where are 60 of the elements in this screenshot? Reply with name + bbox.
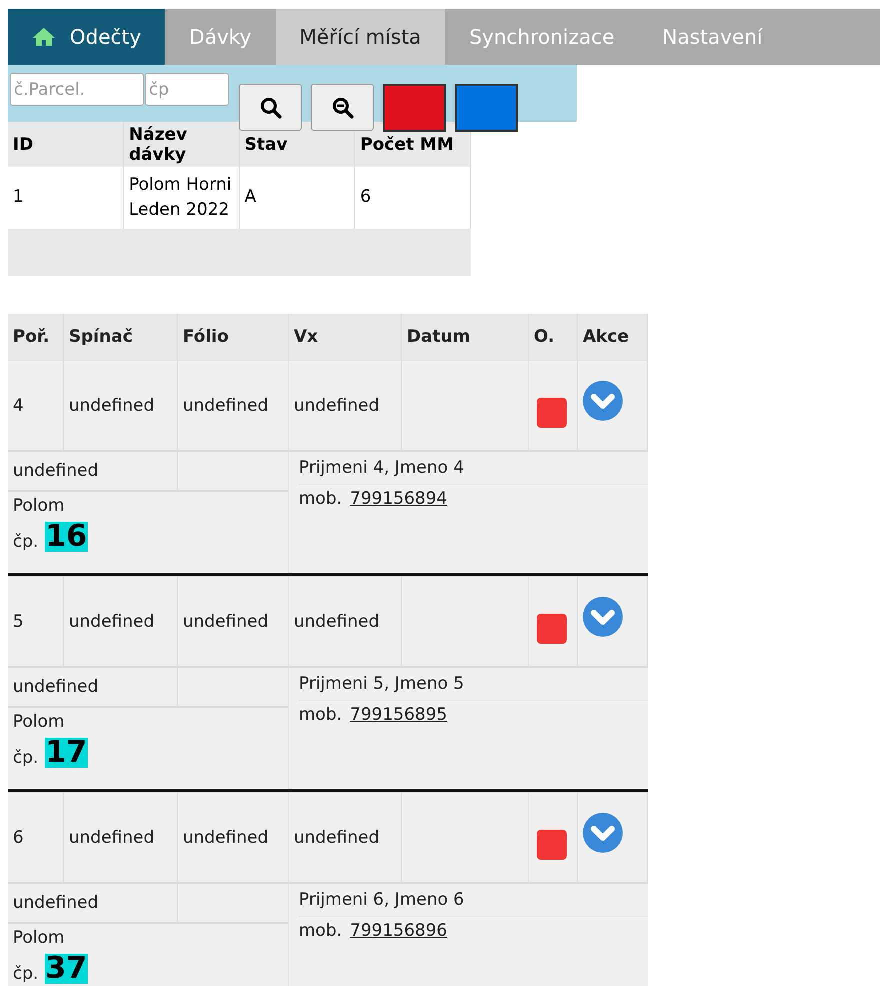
zoom-out-icon: [332, 96, 354, 118]
phone-label: mob.: [299, 921, 342, 941]
search-button[interactable]: [239, 84, 302, 131]
house-number-field[interactable]: čp: [145, 73, 229, 106]
table-cell: 6: [354, 167, 470, 229]
column-header: Akce: [578, 314, 648, 360]
house-number-label: čp.: [13, 964, 39, 984]
zoom-out-button[interactable]: [311, 84, 374, 131]
column-header: ID: [8, 122, 124, 167]
column-header: Poř.: [8, 314, 64, 360]
place-name: Polom: [12, 927, 66, 948]
table-cell: undefined: [178, 792, 289, 882]
owner-name: Prijmeni 6, Jmeno 6: [299, 884, 648, 917]
phone-label: mob.: [299, 705, 342, 725]
phone-link[interactable]: 799156895: [350, 705, 448, 725]
table-cell: undefined: [8, 884, 178, 922]
table-cell: A: [239, 167, 355, 229]
column-header: Fólio: [178, 314, 289, 360]
table-cell: undefined: [64, 792, 178, 882]
owner-name: Prijmeni 5, Jmeno 5: [299, 668, 648, 701]
place-name: Polom: [12, 711, 66, 732]
place-name: Polom: [12, 495, 66, 516]
home-icon: [32, 27, 56, 47]
expand-icon[interactable]: [583, 812, 623, 852]
table-cell: undefined: [178, 576, 289, 666]
table-cell: 1: [8, 167, 124, 229]
table-cell: undefined: [178, 360, 289, 450]
table-cell: undefined: [8, 452, 178, 490]
color-button[interactable]: [455, 84, 518, 132]
table-cell: 6: [8, 792, 64, 882]
table-cell: Polom Horni Leden 2022: [124, 167, 240, 229]
column-header: Vx: [289, 314, 402, 360]
table-cell: 5: [8, 576, 64, 666]
house-number: 17: [44, 738, 88, 768]
color-button[interactable]: [383, 84, 446, 132]
house-number-label: čp.: [13, 532, 39, 552]
house-number-label: čp.: [13, 748, 39, 768]
nav-tab[interactable]: Odečty: [8, 9, 166, 65]
expand-icon[interactable]: [583, 380, 623, 420]
table-cell: undefined: [289, 576, 402, 666]
phone-link[interactable]: 799156894: [350, 489, 448, 509]
table-cell: undefined: [64, 360, 178, 450]
table-cell: undefined: [64, 576, 178, 666]
table-cell: undefined: [289, 792, 402, 882]
house-number: 16: [44, 522, 88, 552]
column-header: Datum: [402, 314, 529, 360]
search-icon: [260, 96, 282, 118]
column-header: Spínač: [64, 314, 178, 360]
column-header: Název dávky: [124, 122, 240, 167]
phone-label: mob.: [299, 489, 342, 509]
owner-name: Prijmeni 4, Jmeno 4: [299, 452, 648, 485]
parcel-field[interactable]: č.Parcel.: [10, 73, 144, 106]
table-cell: undefined: [8, 668, 178, 706]
table-cell: undefined: [289, 360, 402, 450]
house-number: 37: [44, 954, 88, 984]
phone-link[interactable]: 799156896: [350, 921, 448, 941]
expand-icon[interactable]: [583, 596, 623, 636]
nav-tab[interactable]: Měřící místa: [276, 9, 446, 65]
table-cell: 4: [8, 360, 64, 450]
column-header: O.: [529, 314, 578, 360]
